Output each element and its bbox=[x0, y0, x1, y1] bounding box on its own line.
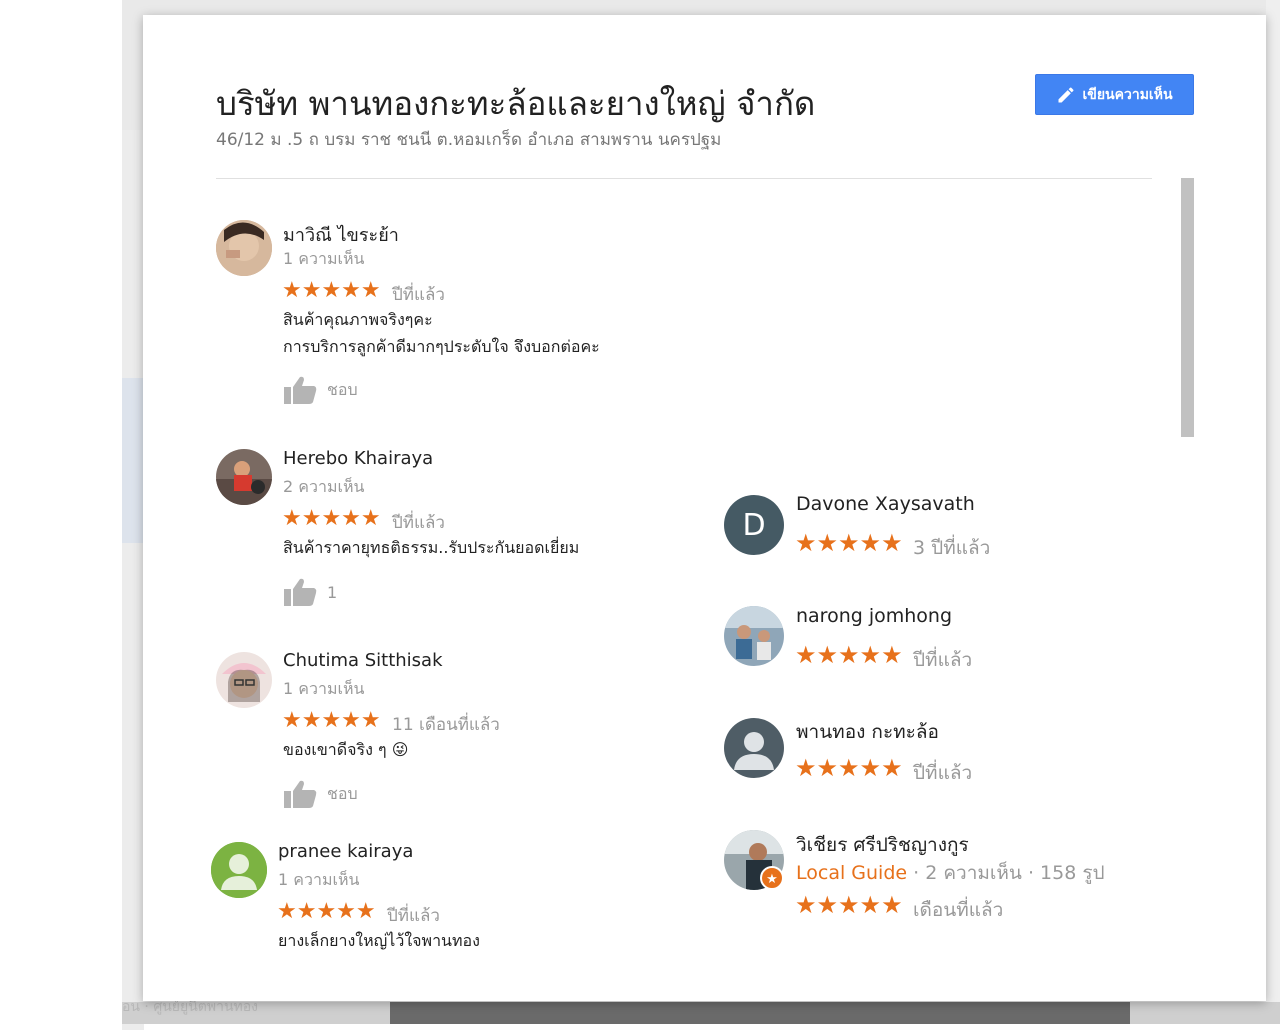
pencil-icon bbox=[1058, 86, 1074, 102]
reviewer-name[interactable]: Herebo Khairaya bbox=[283, 448, 433, 469]
review-date: 11 เดือนที่แล้ว bbox=[392, 715, 500, 735]
avatar[interactable] bbox=[724, 718, 784, 778]
like-button[interactable]: ชอบ bbox=[283, 375, 358, 405]
header-divider bbox=[216, 178, 1152, 179]
review-date: ปีที่แล้ว bbox=[913, 762, 973, 784]
scrollbar-thumb[interactable] bbox=[1181, 178, 1194, 437]
star-rating: ★★★★★ bbox=[795, 529, 903, 557]
like-button[interactable]: 1 bbox=[283, 577, 337, 607]
write-review-button[interactable]: เขียนความเห็น bbox=[1035, 74, 1194, 115]
star-rating: ★★★★★ bbox=[282, 278, 381, 303]
reviewer-name[interactable]: Chutima Sitthisak bbox=[283, 650, 443, 671]
background-panel bbox=[122, 130, 144, 1030]
review-text: สินค้าราคายุทธติธรรม..รับประกันยอดเยี่ยม bbox=[283, 538, 580, 557]
reviewer-name[interactable]: narong jomhong bbox=[796, 605, 952, 627]
reviewer-name[interactable]: Davone Xaysavath bbox=[796, 493, 975, 515]
default-person-icon bbox=[211, 842, 267, 898]
review-text: การบริการลูกค้าดีมากๆประดับใจ จึงบอกต่อค… bbox=[283, 337, 600, 356]
star-rating: ★★★★★ bbox=[795, 754, 903, 782]
review-date: ปีที่แล้ว bbox=[913, 649, 973, 671]
background-right-edge bbox=[1266, 0, 1280, 1024]
review-date: ปีที่แล้ว bbox=[387, 906, 440, 926]
reviewer-name[interactable]: วิเชียร ศรีปริชญางกูร bbox=[796, 830, 969, 860]
reviewer-meta: Local Guide · 2 ความเห็น · 158 รูป bbox=[796, 858, 1105, 888]
background-panel-highlight bbox=[122, 378, 144, 543]
thumbs-up-icon bbox=[284, 578, 317, 606]
review-count: 1 ความเห็น bbox=[283, 679, 365, 698]
svg-text:★: ★ bbox=[766, 872, 778, 887]
avatar-initial: D bbox=[742, 507, 766, 543]
avatar[interactable] bbox=[724, 606, 784, 666]
place-address: 46/12 ม .5 ถ บรม ราช ชนนี ต.หอมเกร็ด อำเ… bbox=[216, 130, 722, 150]
star-rating: ★★★★★ bbox=[277, 899, 376, 924]
review-count: 2 ความเห็น bbox=[283, 477, 365, 496]
review-count: 1 ความเห็น bbox=[278, 870, 360, 889]
reviewer-stats: · 2 ความเห็น · 158 รูป bbox=[907, 862, 1105, 884]
thumbs-up-icon bbox=[284, 376, 317, 404]
avatar[interactable] bbox=[211, 842, 267, 898]
local-guide-badge[interactable]: Local Guide bbox=[796, 862, 907, 884]
star-rating: ★★★★★ bbox=[795, 891, 903, 919]
review-date: ปีที่แล้ว bbox=[392, 285, 445, 305]
avatar[interactable] bbox=[216, 220, 272, 276]
review-text: ยางเล็กยางใหญ่ไว้ใจพานทอง bbox=[278, 931, 480, 950]
avatar[interactable] bbox=[216, 652, 272, 708]
review-count: 1 ความเห็น bbox=[283, 249, 365, 268]
review-date: เดือนที่แล้ว bbox=[913, 899, 1004, 921]
write-review-label: เขียนความเห็น bbox=[1082, 86, 1173, 103]
default-person-icon bbox=[724, 718, 784, 778]
background-photo-strip bbox=[390, 1002, 1130, 1024]
reviewer-name[interactable]: พานทอง กะทะล้อ bbox=[796, 717, 939, 747]
place-title: บริษัท พานทองกะทะล้อและยางใหญ่ จำกัด bbox=[216, 84, 816, 123]
thumbs-up-icon bbox=[284, 780, 317, 808]
review-date: ปีที่แล้ว bbox=[392, 513, 445, 533]
review-text: สินค้าคุณภาพจริงๆคะ bbox=[283, 310, 433, 329]
reviews-dialog: บริษัท พานทองกะทะล้อและยางใหญ่ จำกัด 46/… bbox=[143, 15, 1266, 1001]
review-date: 3 ปีที่แล้ว bbox=[913, 537, 991, 559]
review-text: ของเขาดีจริง ๆ 😜 bbox=[283, 740, 409, 759]
star-rating: ★★★★★ bbox=[282, 708, 381, 733]
like-count: 1 bbox=[327, 582, 338, 602]
star-rating: ★★★★★ bbox=[795, 641, 903, 669]
reviewer-name[interactable]: pranee kairaya bbox=[278, 841, 413, 862]
star-rating: ★★★★★ bbox=[282, 506, 381, 531]
avatar[interactable]: D bbox=[724, 495, 784, 555]
like-label: ชอบ bbox=[327, 783, 358, 803]
like-label: ชอบ bbox=[327, 379, 358, 399]
reviewer-name[interactable]: มาวิณี ไขระย้า bbox=[283, 220, 399, 249]
like-button[interactable]: ชอบ bbox=[283, 779, 358, 809]
avatar[interactable] bbox=[216, 449, 272, 505]
avatar[interactable]: ★ bbox=[724, 830, 784, 890]
